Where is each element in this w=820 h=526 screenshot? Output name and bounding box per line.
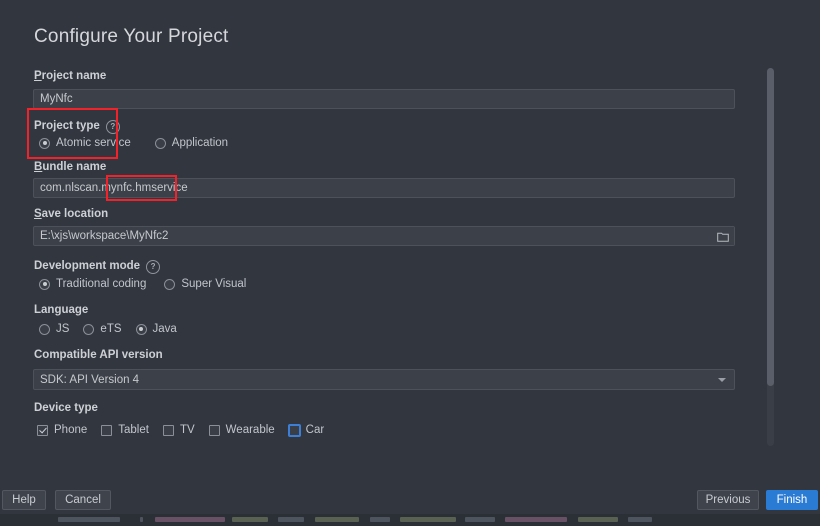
radio-icon [164, 278, 176, 290]
background-text-fragment [232, 517, 268, 522]
device-type-option-label: Tablet [118, 424, 149, 436]
language-option-ets[interactable]: eTS [83, 323, 122, 335]
development-mode-label-text: Development mode [34, 260, 141, 273]
project-name-label-text: roject name [41, 70, 107, 82]
device-type-option-tablet[interactable]: Tablet [101, 424, 149, 436]
project-type-option-label: Application [171, 137, 229, 149]
scrollbar-thumb[interactable] [767, 68, 774, 386]
save-location-input[interactable] [33, 226, 735, 246]
background-text-fragment [370, 517, 390, 522]
language-option-label: eTS [100, 323, 122, 335]
cancel-button-label: Cancel [65, 494, 101, 506]
device-type-option-wearable[interactable]: Wearable [208, 424, 275, 436]
checkbox-icon [101, 424, 113, 436]
device-type-option-label: TV [179, 424, 195, 436]
development-mode-option-label: Traditional coding [56, 278, 147, 290]
compatible-api-version-value: SDK: API Version 4 [40, 373, 140, 386]
save-location-field [33, 226, 735, 246]
background-text-fragment [578, 517, 618, 522]
project-name-label-mnemonic: P [34, 70, 42, 82]
background-text-fragment [58, 517, 120, 522]
development-mode-radio-group: Traditional coding Super Visual [39, 278, 260, 290]
finish-button[interactable]: Finish [766, 490, 818, 510]
save-location-label-mnemonic: S [34, 208, 42, 220]
save-location-label-text: ave location [41, 208, 109, 220]
language-option-label: JS [56, 323, 70, 335]
cancel-button[interactable]: Cancel [55, 490, 111, 510]
help-circle-icon[interactable]: ? [146, 260, 161, 274]
language-option-label: Java [152, 323, 177, 335]
radio-icon [83, 323, 95, 335]
checkbox-icon [288, 424, 300, 436]
background-window-strip [0, 514, 820, 526]
device-type-label: Device type [34, 402, 98, 414]
project-type-label: Project type? [34, 119, 120, 134]
background-text-fragment [400, 517, 456, 522]
radio-icon [39, 278, 50, 290]
device-type-option-car[interactable]: Car [288, 424, 325, 436]
bundle-name-label: Bundle name [34, 161, 106, 173]
language-option-java[interactable]: Java [135, 323, 177, 335]
development-mode-option-super-visual[interactable]: Super Visual [164, 278, 246, 290]
device-type-checkbox-group: Phone Tablet TV Wearable Car [37, 424, 338, 436]
checkbox-icon [37, 424, 48, 436]
radio-icon [135, 323, 147, 335]
page-title: Configure Your Project [34, 26, 229, 47]
configure-project-dialog: Configure Your Project Project name Proj… [0, 0, 820, 526]
device-type-option-label: Car [305, 424, 325, 436]
help-button[interactable]: Help [2, 490, 46, 510]
background-text-fragment [465, 517, 495, 522]
background-text-fragment [140, 517, 143, 522]
background-text-fragment [505, 517, 567, 522]
background-text-fragment [155, 517, 225, 522]
language-radio-group: JS eTS Java [39, 323, 191, 335]
form-scroll-area: Configure Your Project Project name Proj… [0, 0, 820, 484]
bundle-name-label-text: undle name [42, 161, 107, 173]
chevron-down-icon [718, 377, 726, 382]
project-name-input[interactable] [33, 89, 735, 109]
help-circle-icon[interactable]: ? [105, 120, 120, 134]
language-option-js[interactable]: JS [39, 323, 69, 335]
checkbox-icon [162, 424, 174, 436]
background-text-fragment [315, 517, 359, 522]
dialog-button-bar: Help Cancel Previous Finish [0, 484, 820, 514]
background-text-fragment [628, 517, 652, 522]
language-label: Language [34, 304, 89, 316]
project-type-label-text: Project type [34, 120, 100, 133]
previous-button[interactable]: Previous [697, 490, 759, 510]
radio-icon [39, 323, 50, 335]
save-location-label: Save location [34, 208, 108, 220]
checkbox-icon [208, 424, 220, 436]
background-text-fragment [278, 517, 304, 522]
development-mode-option-traditional-coding[interactable]: Traditional coding [39, 278, 146, 290]
radio-icon [39, 137, 50, 149]
compatible-api-version-label: Compatible API version [34, 349, 163, 361]
form-scrollbar[interactable] [767, 68, 774, 446]
previous-button-label: Previous [705, 494, 751, 506]
device-type-option-label: Wearable [225, 424, 275, 436]
project-type-option-application[interactable]: Application [154, 137, 229, 149]
device-type-option-tv[interactable]: TV [162, 424, 195, 436]
project-type-option-label: Atomic service [56, 137, 131, 149]
device-type-option-phone[interactable]: Phone [37, 424, 87, 436]
finish-button-label: Finish [776, 494, 808, 506]
device-type-option-label: Phone [54, 424, 88, 436]
compatible-api-version-select[interactable]: SDK: API Version 4 [33, 369, 735, 390]
development-mode-option-label: Super Visual [181, 278, 247, 290]
project-type-option-atomic-service[interactable]: Atomic service [39, 137, 131, 149]
project-name-label: Project name [34, 70, 106, 82]
development-mode-label: Development mode? [34, 259, 161, 274]
folder-icon[interactable] [712, 227, 734, 245]
help-button-label: Help [12, 494, 36, 506]
bundle-name-input[interactable] [33, 178, 735, 198]
project-type-radio-group: Atomic service Application [39, 137, 242, 149]
radio-icon [154, 137, 166, 149]
